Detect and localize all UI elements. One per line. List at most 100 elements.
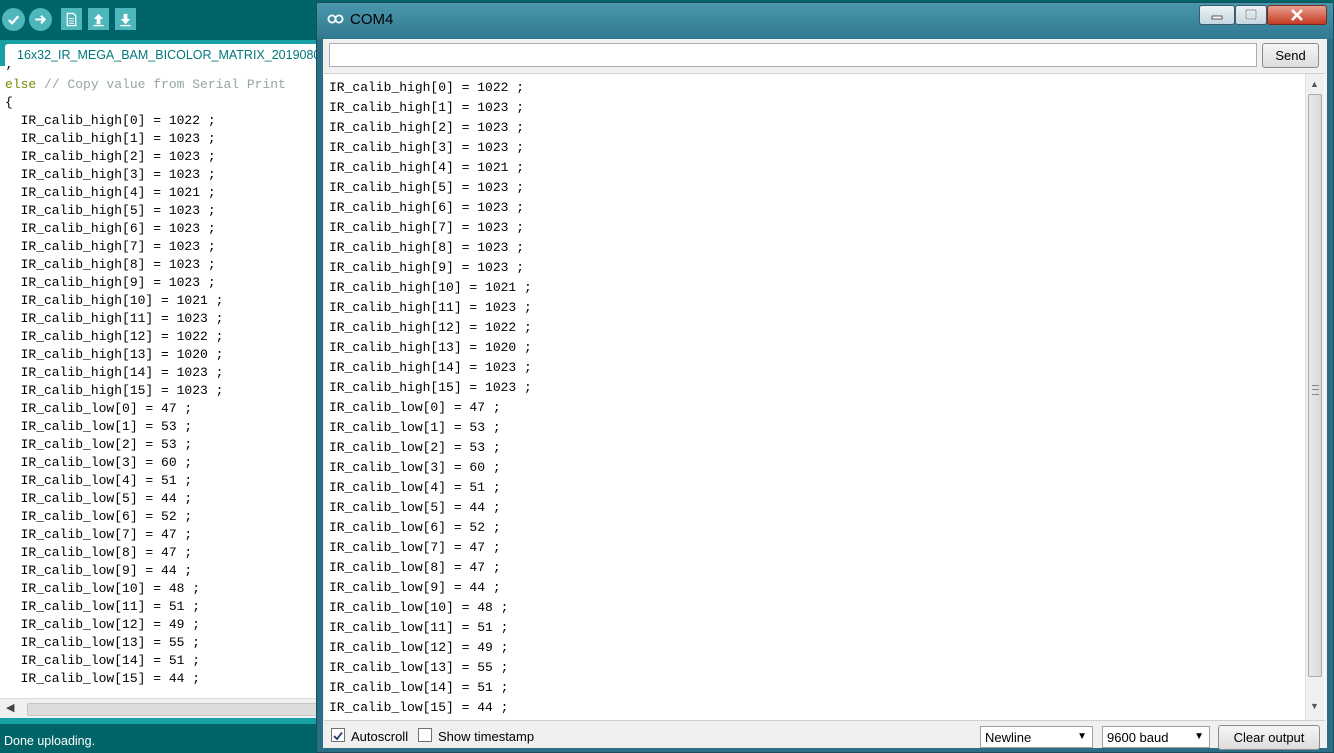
serial-output-line: IR_calib_high[11] = 1023 ; (329, 300, 532, 315)
code-line: IR_calib_high[9] = 1023 ; (5, 275, 216, 290)
serial-output-line: IR_calib_high[2] = 1023 ; (329, 120, 525, 135)
code-line: ; (5, 66, 13, 74)
sketch-tab[interactable]: 16x32_IR_MEGA_BAM_BICOLOR_MATRIX_2019080… (5, 44, 325, 66)
clear-output-button[interactable]: Clear output (1218, 725, 1320, 750)
code-line: IR_calib_low[1] = 53 ; (5, 419, 193, 434)
scroll-up-icon[interactable]: ▲ (1310, 79, 1319, 89)
serial-output-line: IR_calib_low[12] = 49 ; (329, 640, 509, 655)
code-comment: // Copy value from Serial Print (36, 77, 286, 92)
save-icon[interactable] (115, 8, 136, 30)
code-line: IR_calib_low[8] = 47 ; (5, 545, 193, 560)
code-line-else: else // Copy value from Serial Print (5, 76, 286, 94)
serial-output-line: IR_calib_high[0] = 1022 ; (329, 80, 525, 95)
else-keyword: else (5, 77, 37, 92)
code-line: IR_calib_low[7] = 47 ; (5, 527, 193, 542)
serial-output-line: IR_calib_low[8] = 47 ; (329, 560, 501, 575)
chevron-down-icon: ▼ (1194, 731, 1204, 742)
serial-output-line: IR_calib_low[2] = 53 ; (329, 440, 501, 455)
code-line: IR_calib_high[10] = 1021 ; (5, 293, 224, 308)
open-icon[interactable] (88, 8, 109, 30)
serial-send-input[interactable] (329, 43, 1257, 67)
code-line: IR_calib_high[0] = 1022 ; (5, 113, 216, 128)
serial-output-line: IR_calib_high[15] = 1023 ; (329, 380, 532, 395)
code-line: IR_calib_high[5] = 1023 ; (5, 203, 216, 218)
scroll-down-icon[interactable]: ▼ (1310, 701, 1319, 711)
maximize-button[interactable] (1235, 5, 1267, 25)
serial-output-line: IR_calib_high[9] = 1023 ; (329, 260, 525, 275)
code-line: IR_calib_low[5] = 44 ; (5, 491, 193, 506)
editor-horizontal-scrollbar[interactable]: ◀ (0, 698, 324, 718)
serial-output-line: IR_calib_low[3] = 60 ; (329, 460, 501, 475)
serial-monitor-titlebar[interactable]: COM4 (317, 3, 1333, 39)
serial-output-line: IR_calib_low[6] = 52 ; (329, 520, 501, 535)
code-line: IR_calib_low[12] = 49 ; (5, 617, 201, 632)
serial-output-area[interactable]: IR_calib_high[0] = 1022 ; IR_calib_high[1… (324, 73, 1325, 721)
code-line: IR_calib_low[0] = 47 ; (5, 401, 193, 416)
code-line: IR_calib_high[3] = 1023 ; (5, 167, 216, 182)
serial-monitor-client: Send IR_calib_high[0] = 1022 ; IR_calib_h… (323, 39, 1327, 750)
scrollbar-thumb[interactable] (1308, 94, 1322, 677)
close-button[interactable] (1267, 5, 1327, 25)
code-line: IR_calib_high[4] = 1021 ; (5, 185, 216, 200)
verify-icon[interactable] (2, 8, 25, 31)
code-line: IR_calib_low[13] = 55 ; (5, 635, 201, 650)
code-line: IR_calib_high[1] = 1023 ; (5, 131, 216, 146)
serial-monitor-window: COM4 Send IR_calib_high[0] = 1022 ; IR_ca… (316, 2, 1334, 753)
timestamp-checkbox[interactable] (418, 728, 432, 742)
send-button[interactable]: Send (1262, 43, 1319, 68)
serial-output-line: IR_calib_low[10] = 48 ; (329, 600, 509, 615)
output-vertical-scrollbar[interactable]: ▲ ▼ (1305, 74, 1324, 720)
code-line: IR_calib_high[11] = 1023 ; (5, 311, 224, 326)
serial-output-line: IR_calib_low[11] = 51 ; (329, 620, 509, 635)
code-line: IR_calib_low[3] = 60 ; (5, 455, 193, 470)
scroll-left-icon[interactable]: ◀ (6, 701, 14, 714)
code-line: IR_calib_high[7] = 1023 ; (5, 239, 216, 254)
serial-output-line: IR_calib_low[0] = 47 ; (329, 400, 501, 415)
serial-output-line: IR_calib_low[13] = 55 ; (329, 660, 509, 675)
code-line: IR_calib_high[8] = 1023 ; (5, 257, 216, 272)
code-line-brace: { (5, 95, 13, 110)
grip-icon (1312, 385, 1319, 395)
serial-output-line: IR_calib_high[10] = 1021 ; (329, 280, 532, 295)
serial-output-line: IR_calib_low[5] = 44 ; (329, 500, 501, 515)
serial-output-line: IR_calib_high[4] = 1021 ; (329, 160, 525, 175)
serial-output-line: IR_calib_high[6] = 1023 ; (329, 200, 525, 215)
minimize-icon (1211, 15, 1223, 20)
chevron-down-icon: ▼ (1077, 731, 1087, 742)
code-line: IR_calib_low[15] = 44 ; (5, 671, 201, 686)
code-editor[interactable]: ; else // Copy value from Serial Print {… (0, 66, 316, 698)
serial-output-line: IR_calib_low[9] = 44 ; (329, 580, 501, 595)
serial-output-line: IR_calib_high[3] = 1023 ; (329, 140, 525, 155)
code-line: IR_calib_low[9] = 44 ; (5, 563, 193, 578)
autoscroll-label: Autoscroll (351, 729, 409, 744)
new-icon[interactable] (61, 8, 82, 30)
timestamp-label: Show timestamp (438, 729, 535, 744)
serial-output-line: IR_calib_high[7] = 1023 ; (329, 220, 525, 235)
line-ending-value: Newline (985, 730, 1032, 745)
code-line: IR_calib_low[6] = 52 ; (5, 509, 193, 524)
autoscroll-checkbox[interactable] (331, 728, 345, 742)
scrollbar-thumb[interactable] (27, 703, 324, 716)
code-line: IR_calib_high[2] = 1023 ; (5, 149, 216, 164)
close-icon (1291, 9, 1303, 21)
serial-output-line: IR_calib_high[13] = 1020 ; (329, 340, 532, 355)
code-line: IR_calib_low[2] = 53 ; (5, 437, 193, 452)
code-line: IR_calib_high[6] = 1023 ; (5, 221, 216, 236)
serial-output-line: IR_calib_high[14] = 1023 ; (329, 360, 532, 375)
code-line: IR_calib_low[14] = 51 ; (5, 653, 201, 668)
upload-icon[interactable] (29, 8, 52, 31)
line-ending-select[interactable]: Newline ▼ (980, 726, 1093, 748)
code-line: IR_calib_high[14] = 1023 ; (5, 365, 224, 380)
checkmark-icon (333, 731, 343, 741)
serial-output-line: IR_calib_high[12] = 1022 ; (329, 320, 532, 335)
baud-rate-value: 9600 baud (1107, 730, 1169, 745)
serial-output-line: IR_calib_low[4] = 51 ; (329, 480, 501, 495)
serial-output-line: IR_calib_high[5] = 1023 ; (329, 180, 525, 195)
minimize-button[interactable] (1199, 5, 1235, 25)
status-text: Done uploading. (4, 734, 96, 748)
code-line: IR_calib_low[4] = 51 ; (5, 473, 193, 488)
serial-output-line: IR_calib_low[7] = 47 ; (329, 540, 501, 555)
window-title: COM4 (350, 11, 394, 28)
baud-rate-select[interactable]: 9600 baud ▼ (1102, 726, 1210, 748)
maximize-icon (1244, 9, 1258, 21)
